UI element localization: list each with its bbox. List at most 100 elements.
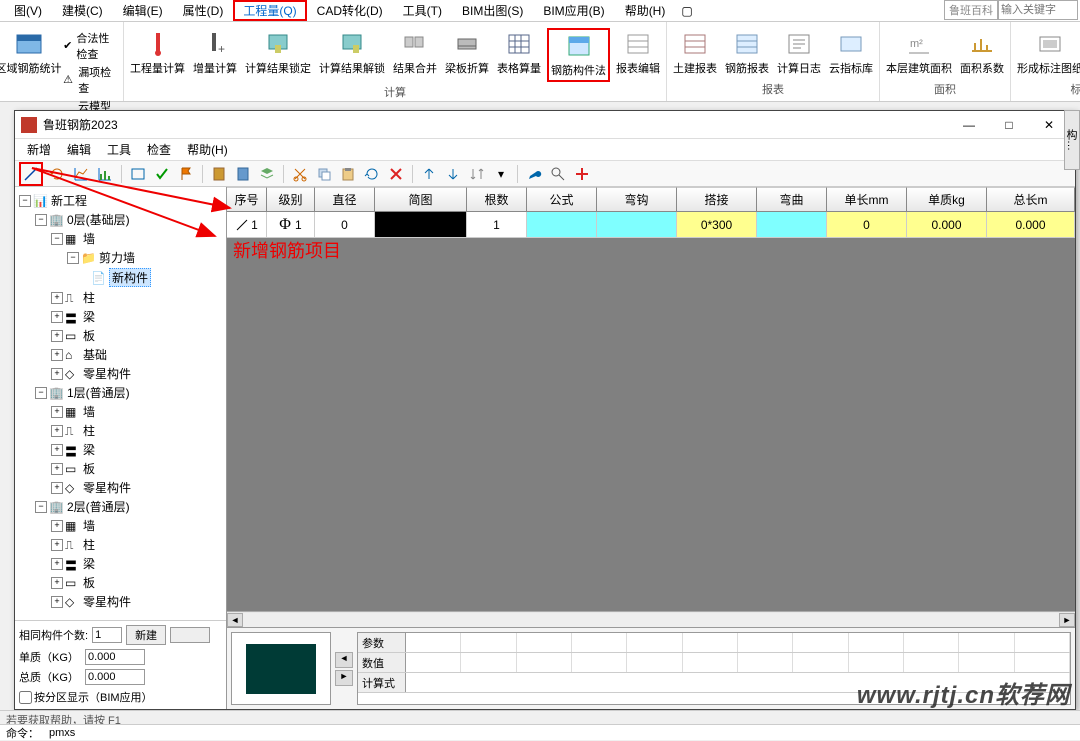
tbtn-delete[interactable]: [386, 164, 406, 184]
rbtn-make-annot-drawing[interactable]: 形成标注图纸: [1015, 28, 1080, 78]
tree-slab[interactable]: 板: [83, 460, 95, 477]
tree-misc[interactable]: 零星构件: [83, 479, 131, 496]
scroll-right-icon[interactable]: ►: [1059, 613, 1075, 627]
rbtn-rebar-component-method[interactable]: 钢筋构件法: [547, 28, 610, 82]
rbtn-table-calc[interactable]: 表格算量: [495, 28, 543, 78]
rbtn-civil-report[interactable]: 土建报表: [671, 28, 719, 78]
tbtn-find[interactable]: [548, 164, 568, 184]
tree-toggle[interactable]: −: [35, 214, 47, 226]
tree-wall[interactable]: 墙: [83, 230, 95, 247]
menu2-edit[interactable]: 编辑: [59, 139, 99, 160]
rbtn-validity-check[interactable]: ✔合法性检查: [63, 30, 113, 62]
tree-toggle[interactable]: +: [51, 406, 63, 418]
tbtn-sort[interactable]: [467, 164, 487, 184]
tbtn-book2[interactable]: [233, 164, 253, 184]
th-seq[interactable]: 序号: [227, 187, 267, 211]
rbtn-calc-log[interactable]: 计算日志: [775, 28, 823, 78]
tbtn-flag[interactable]: [176, 164, 196, 184]
tbtn-line[interactable]: [19, 162, 43, 186]
tree-toggle[interactable]: +: [51, 463, 63, 475]
tbtn-stack[interactable]: [257, 164, 277, 184]
rbtn-merge-results[interactable]: 结果合并: [391, 28, 439, 78]
th-hook[interactable]: 弯钩: [597, 187, 677, 211]
table-row[interactable]: 1 Φ 1 0 1 0*300 0 0.000 0.000: [227, 212, 1075, 238]
menu-view[interactable]: 图(V): [4, 0, 52, 21]
cell-seq[interactable]: 1: [227, 212, 267, 238]
th-diameter[interactable]: 直径: [315, 187, 375, 211]
menu2-new[interactable]: 新增: [19, 139, 59, 160]
new-button[interactable]: 新建: [126, 625, 166, 645]
menu2-tools[interactable]: 工具: [99, 139, 139, 160]
menu-bim-app[interactable]: BIM应用(B): [533, 0, 614, 21]
tbtn-paste[interactable]: [338, 164, 358, 184]
tree-toggle[interactable]: +: [51, 292, 63, 304]
tree-toggle[interactable]: −: [19, 195, 31, 207]
th-count[interactable]: 根数: [467, 187, 527, 211]
tree-misc[interactable]: 零星构件: [83, 593, 131, 610]
cell-level[interactable]: Φ 1: [267, 212, 315, 238]
menu-edit[interactable]: 编辑(E): [113, 0, 173, 21]
tbtn-dropdown[interactable]: ▾: [491, 164, 511, 184]
maximize-button[interactable]: □: [989, 113, 1029, 137]
tbtn-refresh[interactable]: [362, 164, 382, 184]
scroll-track[interactable]: [243, 613, 1059, 627]
tree-misc[interactable]: 零星构件: [83, 365, 131, 382]
tree-column[interactable]: 柱: [83, 422, 95, 439]
tree-toggle[interactable]: +: [51, 558, 63, 570]
tree-new-component[interactable]: 新构件: [109, 268, 151, 287]
tree-beam[interactable]: 梁: [83, 441, 95, 458]
th-total-len[interactable]: 总长m: [987, 187, 1075, 211]
tree-toggle[interactable]: −: [35, 501, 47, 513]
menu-expand-icon[interactable]: ▢: [681, 4, 692, 18]
th-formula[interactable]: 公式: [527, 187, 597, 211]
cell-count[interactable]: 1: [467, 212, 527, 238]
cell-lap[interactable]: 0*300: [677, 212, 757, 238]
cell-diameter[interactable]: 0: [315, 212, 375, 238]
nav-next-icon[interactable]: ►: [335, 670, 353, 686]
rbtn-result-unlock[interactable]: 计算结果解锁: [317, 28, 387, 78]
cell-unit-mass[interactable]: 0.000: [907, 212, 987, 238]
tbtn-check[interactable]: [152, 164, 172, 184]
count-input[interactable]: [92, 627, 122, 643]
param-cells[interactable]: [406, 673, 1070, 692]
menu-quantity[interactable]: 工程量(Q): [233, 0, 306, 21]
menu-attr[interactable]: 属性(D): [173, 0, 234, 21]
tbtn-chart2[interactable]: [95, 164, 115, 184]
rbtn-calc-quantity[interactable]: 工程量计算: [128, 28, 187, 78]
tree-scroll[interactable]: −📊新工程 −🏢0层(基础层) −▦墙 −📁剪力墙 📄新构件 +⎍柱 +〓梁 +…: [15, 187, 226, 620]
tbtn-cut[interactable]: [290, 164, 310, 184]
tree-toggle[interactable]: +: [51, 482, 63, 494]
th-unit-len[interactable]: 单长mm: [827, 187, 907, 211]
rbtn-floor-area[interactable]: m²本层建筑面积: [884, 28, 954, 78]
extra-button[interactable]: [170, 627, 210, 643]
tree-foundation[interactable]: 基础: [83, 346, 107, 363]
tree-toggle[interactable]: +: [51, 368, 63, 380]
tree-toggle[interactable]: +: [51, 596, 63, 608]
tree-toggle[interactable]: +: [51, 311, 63, 323]
tree-root[interactable]: 新工程: [51, 192, 87, 209]
tree-toggle[interactable]: −: [67, 252, 79, 264]
tree-slab[interactable]: 板: [83, 574, 95, 591]
th-diagram[interactable]: 简图: [375, 187, 467, 211]
tree-column[interactable]: 柱: [83, 536, 95, 553]
tree-toggle[interactable]: +: [51, 349, 63, 361]
tree-wall[interactable]: 墙: [83, 403, 95, 420]
rbtn-cloud-index[interactable]: 云指标库: [827, 28, 875, 78]
menu-cad[interactable]: CAD转化(D): [307, 0, 393, 21]
tbtn-copy[interactable]: [314, 164, 334, 184]
th-level[interactable]: 级别: [267, 187, 315, 211]
rbtn-incremental-calc[interactable]: +增量计算: [191, 28, 239, 78]
tbtn-book1[interactable]: [209, 164, 229, 184]
th-unit-mass[interactable]: 单质kg: [907, 187, 987, 211]
rbtn-beam-slab-convert[interactable]: 梁板折算: [443, 28, 491, 78]
param-cells[interactable]: [406, 633, 1070, 652]
tree-toggle[interactable]: +: [51, 425, 63, 437]
tree-toggle[interactable]: −: [51, 233, 63, 245]
cell-unit-len[interactable]: 0: [827, 212, 907, 238]
cell-formula[interactable]: [527, 212, 597, 238]
tbtn-rect[interactable]: [128, 164, 148, 184]
rbtn-result-lock[interactable]: 计算结果锁定: [243, 28, 313, 78]
nav-prev-icon[interactable]: ◄: [335, 652, 353, 668]
scroll-left-icon[interactable]: ◄: [227, 613, 243, 627]
menu2-help[interactable]: 帮助(H): [179, 139, 236, 160]
